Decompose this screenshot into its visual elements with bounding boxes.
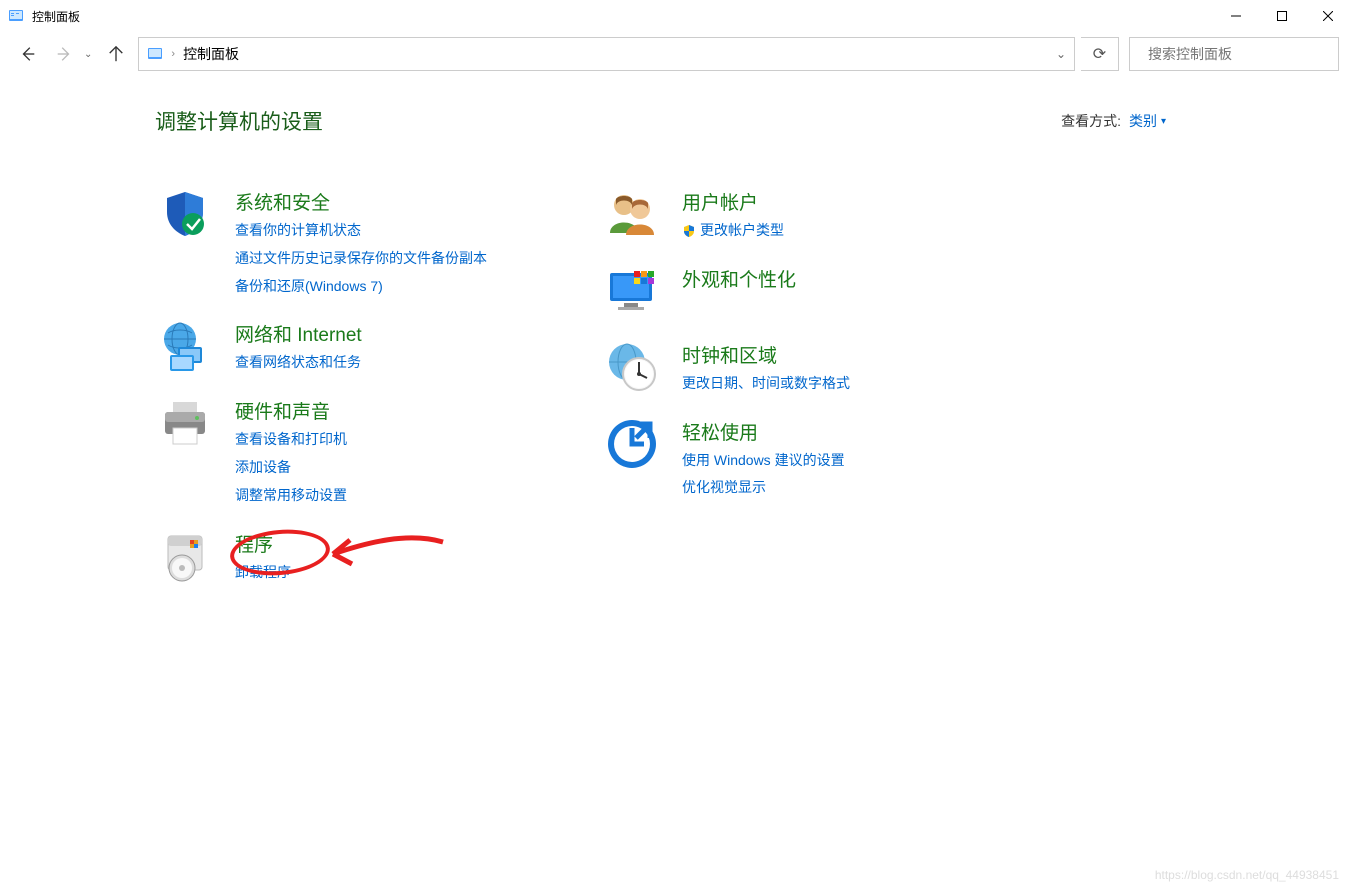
category-title[interactable]: 用户帐户 <box>682 188 784 215</box>
control-panel-icon <box>147 46 163 62</box>
address-bar[interactable]: › 控制面板 ⌄ <box>138 37 1075 71</box>
window-title: 控制面板 <box>32 8 80 25</box>
view-label: 查看方式: <box>1061 111 1121 131</box>
category-title[interactable]: 系统和安全 <box>235 188 487 215</box>
toolbar: ⌄ › 控制面板 ⌄ ⟳ <box>0 32 1351 76</box>
category-link[interactable]: 使用 Windows 建议的设置 <box>682 449 845 473</box>
minimize-button[interactable] <box>1213 0 1259 32</box>
breadcrumb-separator: › <box>171 48 175 60</box>
category-link[interactable]: 通过文件历史记录保存你的文件备份副本 <box>235 247 487 271</box>
category-link[interactable]: 更改日期、时间或数字格式 <box>682 372 850 396</box>
ease-of-access-icon <box>602 416 662 472</box>
titlebar: 控制面板 <box>0 0 1351 32</box>
search-box[interactable] <box>1129 37 1339 71</box>
category-column-left: 系统和安全 查看你的计算机状态 通过文件历史记录保存你的文件备份副本 备份和还原… <box>155 186 487 584</box>
refresh-button[interactable]: ⟳ <box>1081 37 1119 71</box>
category-link[interactable]: 查看网络状态和任务 <box>235 351 362 375</box>
page-title: 调整计算机的设置 <box>155 106 323 136</box>
category-link[interactable]: 添加设备 <box>235 456 347 480</box>
content-area: 调整计算机的设置 查看方式: 类别 ▾ 系统和安全 查看你的计算机状态 通过文件… <box>0 76 1351 584</box>
view-mode-dropdown[interactable]: 类别 ▾ <box>1129 111 1166 131</box>
globe-icon <box>155 318 215 374</box>
watermark: https://blog.csdn.net/qq_44938451 <box>1155 868 1339 882</box>
users-icon <box>602 186 662 242</box>
maximize-button[interactable] <box>1259 0 1305 32</box>
monitor-icon <box>602 263 662 319</box>
address-dropdown-icon[interactable]: ⌄ <box>1056 47 1066 61</box>
category-appearance: 外观和个性化 <box>602 263 850 319</box>
category-link[interactable]: 优化视觉显示 <box>682 476 845 500</box>
uac-shield-icon <box>682 224 696 238</box>
category-column-right: 用户帐户 更改帐户类型 外观和个性化 时钟和区域 更改日期、时间或数字格式 <box>602 186 850 584</box>
category-user-accounts: 用户帐户 更改帐户类型 <box>602 186 850 243</box>
close-button[interactable] <box>1305 0 1351 32</box>
forward-button[interactable] <box>48 38 80 70</box>
shield-icon <box>155 186 215 242</box>
search-input[interactable] <box>1148 46 1329 62</box>
category-link[interactable]: 查看设备和打印机 <box>235 428 347 452</box>
category-system-security: 系统和安全 查看你的计算机状态 通过文件历史记录保存你的文件备份副本 备份和还原… <box>155 186 487 298</box>
category-clock-region: 时钟和区域 更改日期、时间或数字格式 <box>602 339 850 396</box>
breadcrumb-item[interactable]: 控制面板 <box>183 44 239 64</box>
category-hardware: 硬件和声音 查看设备和打印机 添加设备 调整常用移动设置 <box>155 395 487 507</box>
recent-locations-dropdown[interactable]: ⌄ <box>84 49 92 60</box>
category-title[interactable]: 程序 <box>235 530 291 557</box>
view-mode: 查看方式: 类别 ▾ <box>1061 111 1166 131</box>
control-panel-icon <box>8 8 24 24</box>
category-title[interactable]: 硬件和声音 <box>235 397 347 424</box>
category-link[interactable]: 更改帐户类型 <box>682 219 784 243</box>
up-button[interactable] <box>100 38 132 70</box>
category-link[interactable]: 卸载程序 <box>235 561 291 585</box>
back-button[interactable] <box>12 38 44 70</box>
category-title[interactable]: 外观和个性化 <box>682 265 796 292</box>
category-ease-of-access: 轻松使用 使用 Windows 建议的设置 优化视觉显示 <box>602 416 850 501</box>
category-link[interactable]: 调整常用移动设置 <box>235 484 347 508</box>
category-title[interactable]: 时钟和区域 <box>682 341 850 368</box>
programs-icon <box>155 528 215 584</box>
category-programs: 程序 卸载程序 <box>155 528 487 585</box>
chevron-down-icon: ▾ <box>1161 116 1166 127</box>
category-link[interactable]: 查看你的计算机状态 <box>235 219 487 243</box>
printer-icon <box>155 395 215 451</box>
category-title[interactable]: 网络和 Internet <box>235 320 362 347</box>
clock-icon <box>602 339 662 395</box>
category-link[interactable]: 备份和还原(Windows 7) <box>235 275 487 299</box>
category-title[interactable]: 轻松使用 <box>682 418 845 445</box>
category-network: 网络和 Internet 查看网络状态和任务 <box>155 318 487 375</box>
window-controls <box>1213 0 1351 32</box>
